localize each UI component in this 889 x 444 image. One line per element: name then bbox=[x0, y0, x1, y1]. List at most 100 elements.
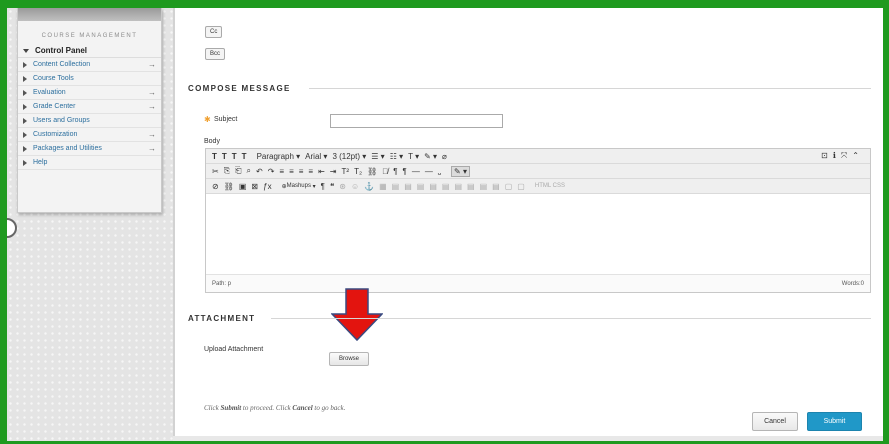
sidebar-item[interactable]: Content Collection → bbox=[18, 58, 161, 72]
table-tool-icon[interactable]: ▤ bbox=[404, 182, 412, 191]
edit-tool-icon[interactable]: ⎘ bbox=[224, 166, 230, 176]
editor-window-icon[interactable]: ⤧ bbox=[841, 151, 847, 160]
table-tool-icon[interactable]: ▤ bbox=[454, 182, 462, 191]
sidebar-item-label: Help bbox=[33, 159, 48, 166]
browse-button[interactable]: Browse bbox=[329, 352, 370, 366]
table-tool-icon[interactable]: ▤ bbox=[392, 182, 400, 191]
table-tool-icon[interactable]: ▤ bbox=[467, 182, 475, 191]
edit-tool-icon[interactable]: ↷ bbox=[268, 167, 275, 176]
table-tool-icon[interactable]: ⊛ bbox=[339, 182, 346, 191]
editor-window-icon[interactable]: ⌃ bbox=[852, 151, 859, 160]
sidebar-item-label: Evaluation bbox=[33, 89, 66, 96]
control-panel-toggle[interactable]: Control Panel bbox=[18, 44, 161, 58]
highlight-color-icon[interactable]: ✎ ▾ bbox=[451, 165, 470, 177]
edit-tool-icon[interactable]: T² bbox=[342, 167, 350, 176]
insert-tool-icon[interactable]: ƒx bbox=[263, 182, 271, 191]
text-format-icons[interactable]: TTTT bbox=[212, 152, 252, 161]
edit-tool-icon[interactable]: ⛓̸ bbox=[382, 167, 388, 176]
edit-tool-icon[interactable]: — bbox=[425, 167, 433, 176]
editor-window-icons[interactable]: ⊡ ℹ ⤧ ⌃ bbox=[821, 151, 864, 161]
sidebar-item[interactable]: Packages and Utilities → bbox=[18, 142, 161, 156]
insert-tool-icon[interactable]: ⊠ bbox=[251, 182, 258, 191]
instruction-mid: to proceed. Click bbox=[241, 404, 293, 412]
edit-tool-icon[interactable]: ⌕ bbox=[247, 166, 251, 176]
edit-tool-icon[interactable]: ¶ bbox=[403, 167, 407, 176]
edit-tool-icon[interactable]: ¶ bbox=[393, 167, 397, 176]
table-tool-icon[interactable]: ▤ bbox=[417, 182, 425, 191]
expand-triangle-icon bbox=[23, 117, 27, 124]
html-css-button[interactable]: HTML CSS bbox=[535, 183, 565, 189]
course-management-panel: COURSE MANAGEMENT Control Panel Content … bbox=[17, 8, 162, 213]
editor-window-icon[interactable]: ℹ bbox=[833, 151, 836, 160]
font-select[interactable]: Arial ▾ bbox=[305, 152, 327, 161]
edit-tool-icon[interactable]: ⇥ bbox=[330, 167, 337, 176]
edit-tool-icon[interactable]: ≡ bbox=[279, 167, 284, 176]
text-style-icon[interactable]: T bbox=[222, 152, 227, 161]
edit-tool-icon[interactable]: ⎗ bbox=[235, 166, 241, 176]
mashups-select[interactable]: ⊕ Mashups ▾ bbox=[282, 183, 316, 190]
table-tool-icon[interactable]: ▤ bbox=[442, 182, 450, 191]
pilcrow-icon[interactable]: ¶ bbox=[321, 182, 325, 191]
subject-input[interactable] bbox=[330, 114, 503, 128]
attachment-heading: ATTACHMENT bbox=[188, 314, 256, 323]
table-tool-icon[interactable]: ▦ bbox=[379, 182, 387, 191]
table-tools-icons[interactable]: ⊛ ☺ ⚓ ▦ ▤ ▤ ▤ ▤ ▤ ▤ ▤ ▤ ▤ ▢ ▢ bbox=[339, 182, 530, 191]
insert-tool-icon[interactable]: ▣ bbox=[239, 182, 247, 191]
edit-tool-icon[interactable]: ≡ bbox=[308, 167, 313, 176]
editor-window-icon[interactable]: ⊡ bbox=[821, 151, 828, 160]
bcc-button[interactable]: Bcc bbox=[205, 48, 226, 60]
editor-toolbar-row-3: ⊘ ⛓ ▣ ⊠ ƒx ⊕ Mashups ▾ ¶ ❝ ⊛ ☺ ⚓ ▦ ▤ ▤ ▤ ▤ ▤ ▤ ▤ ▤ ▤ ▢ ▢ H… bbox=[206, 179, 870, 194]
text-style-icon[interactable]: T bbox=[232, 152, 237, 161]
sidebar-item[interactable]: Evaluation → bbox=[18, 86, 161, 100]
edit-tool-icon[interactable]: ✂ bbox=[212, 167, 219, 176]
table-tool-icon[interactable]: ☺ bbox=[351, 182, 359, 191]
sidebar-item[interactable]: Grade Center → bbox=[18, 100, 161, 114]
list-format-icon[interactable]: ⌀ bbox=[442, 152, 447, 161]
sidebar-title: COURSE MANAGEMENT bbox=[41, 33, 138, 39]
edit-tool-icon[interactable]: ≡ bbox=[289, 167, 294, 176]
edit-tool-icon[interactable]: ⇤ bbox=[318, 167, 325, 176]
submenu-arrow-icon: → bbox=[148, 60, 156, 69]
table-tool-icon[interactable]: ▤ bbox=[492, 182, 500, 191]
paragraph-select[interactable]: Paragraph ▾ bbox=[257, 152, 301, 161]
cc-button[interactable]: Cc bbox=[205, 26, 223, 38]
required-asterisk-icon: ✱ bbox=[204, 115, 211, 124]
text-style-icon[interactable]: T bbox=[212, 152, 217, 161]
insert-tool-icon[interactable]: ⊘ bbox=[212, 182, 219, 191]
editor-content-area[interactable] bbox=[206, 194, 870, 274]
list-format-icons[interactable]: ☰ ▾ ☷ ▾ T ▾ ✎ ▾ ⌀ bbox=[371, 152, 452, 161]
text-style-icon[interactable]: T bbox=[242, 152, 247, 161]
sidebar-header-bar bbox=[18, 8, 161, 21]
sidebar-item[interactable]: Course Tools bbox=[18, 72, 161, 86]
edit-tool-icon[interactable]: ≡ bbox=[299, 167, 304, 176]
edit-tool-icon[interactable]: ⛓ bbox=[367, 167, 377, 176]
list-format-icon[interactable]: ☰ ▾ bbox=[371, 152, 384, 161]
sidebar-item[interactable]: Customization → bbox=[18, 128, 161, 142]
table-tool-icon[interactable]: ▤ bbox=[480, 182, 488, 191]
blockquote-icon[interactable]: ❝ bbox=[330, 182, 334, 191]
edit-tool-icon[interactable]: ⎵ bbox=[438, 166, 441, 176]
instruction-submit-word: Submit bbox=[220, 404, 242, 412]
edit-tool-icon[interactable]: T₂ bbox=[354, 167, 362, 176]
list-format-icon[interactable]: ☷ ▾ bbox=[390, 152, 403, 161]
table-tool-icon[interactable]: ▢ bbox=[505, 182, 513, 191]
list-format-icon[interactable]: T ▾ bbox=[408, 152, 419, 161]
insert-icons[interactable]: ⊘ ⛓ ▣ ⊠ ƒx bbox=[212, 182, 277, 191]
edit-tool-icon[interactable]: — bbox=[412, 167, 420, 176]
submenu-arrow-icon: → bbox=[148, 144, 156, 153]
table-tool-icon[interactable]: ▢ bbox=[517, 182, 525, 191]
table-tool-icon[interactable]: ⚓ bbox=[364, 182, 374, 191]
cancel-button[interactable]: Cancel bbox=[752, 412, 798, 431]
table-tool-icon[interactable]: ▤ bbox=[429, 182, 437, 191]
sidebar-item[interactable]: Help bbox=[18, 156, 161, 170]
sidebar-item[interactable]: Users and Groups bbox=[18, 114, 161, 128]
bcc-label: Bcc bbox=[210, 51, 221, 57]
insert-tool-icon[interactable]: ⛓ bbox=[224, 182, 234, 191]
size-select[interactable]: 3 (12pt) ▾ bbox=[332, 152, 366, 161]
list-format-icon[interactable]: ✎ ▾ bbox=[424, 152, 437, 161]
compose-message-heading: COMPOSE MESSAGE bbox=[188, 84, 291, 93]
edit-tool-icon[interactable]: ↶ bbox=[256, 167, 263, 176]
submit-button[interactable]: Submit bbox=[807, 412, 862, 431]
editor-toolbar-row-1: TTTT Paragraph ▾ Arial ▾ 3 (12pt) ▾ ☰ ▾ ☷… bbox=[206, 149, 870, 164]
edit-action-icons[interactable]: ✂ ⎘ ⎗ ⌕ ↶ ↷ ≡ ≡ ≡ ≡ ⇤ ⇥ T² T₂ ⛓ ⛓̸ ¶ ¶ — — ⎵ bbox=[212, 166, 446, 176]
